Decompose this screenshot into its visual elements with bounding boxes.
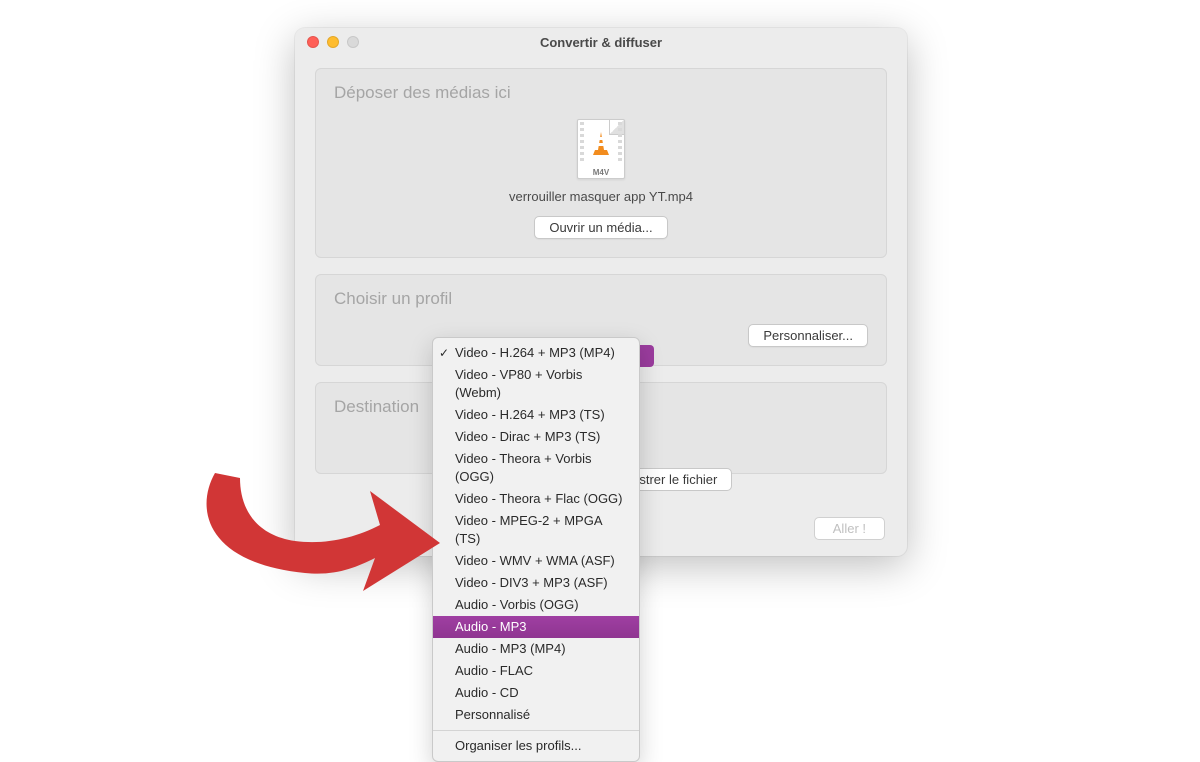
drop-media-panel: Déposer des médias ici M4V verrouiller m… [315,68,887,258]
dropzone[interactable]: M4V verrouiller masquer app YT.mp4 Ouvri… [334,113,868,239]
profile-option[interactable]: Video - Dirac + MP3 (TS) [433,426,639,448]
profile-option[interactable]: Audio - MP3 (MP4) [433,638,639,660]
profile-option[interactable]: Video - DIV3 + MP3 (ASF) [433,572,639,594]
annotation-arrow-icon [185,463,445,603]
profile-option[interactable]: Video - Theora + Vorbis (OGG) [433,448,639,488]
profile-option[interactable]: Audio - Vorbis (OGG) [433,594,639,616]
profile-option[interactable]: Audio - CD [433,682,639,704]
customize-profile-button[interactable]: Personnaliser... [748,324,868,347]
profile-option[interactable]: Video - MPEG-2 + MPGA (TS) [433,510,639,550]
filename-label: verrouiller masquer app YT.mp4 [334,189,868,204]
profile-option[interactable]: Personnalisé [433,704,639,726]
profile-option[interactable]: Video - Theora + Flac (OGG) [433,488,639,510]
dropdown-separator [433,730,639,731]
vlc-cone-icon [591,132,611,158]
choose-profile-title: Choisir un profil [334,289,868,309]
file-icon: M4V [577,119,625,179]
file-extension-label: M4V [578,168,624,177]
profile-dropdown-menu: Video - H.264 + MP3 (MP4)Video - VP80 + … [432,337,640,762]
profile-option[interactable]: Video - WMV + WMA (ASF) [433,550,639,572]
profile-option[interactable]: Audio - MP3 [433,616,639,638]
go-button[interactable]: Aller ! [814,517,885,540]
profile-option[interactable]: Audio - FLAC [433,660,639,682]
titlebar[interactable]: Convertir & diffuser [295,28,907,56]
open-media-button[interactable]: Ouvrir un média... [534,216,667,239]
profile-option[interactable]: Video - H.264 + MP3 (MP4) [433,342,639,364]
profile-option[interactable]: Video - VP80 + Vorbis (Webm) [433,364,639,404]
organize-profiles-option[interactable]: Organiser les profils... [433,735,639,757]
window-title: Convertir & diffuser [295,35,907,50]
drop-media-title: Déposer des médias ici [334,83,868,103]
profile-option[interactable]: Video - H.264 + MP3 (TS) [433,404,639,426]
